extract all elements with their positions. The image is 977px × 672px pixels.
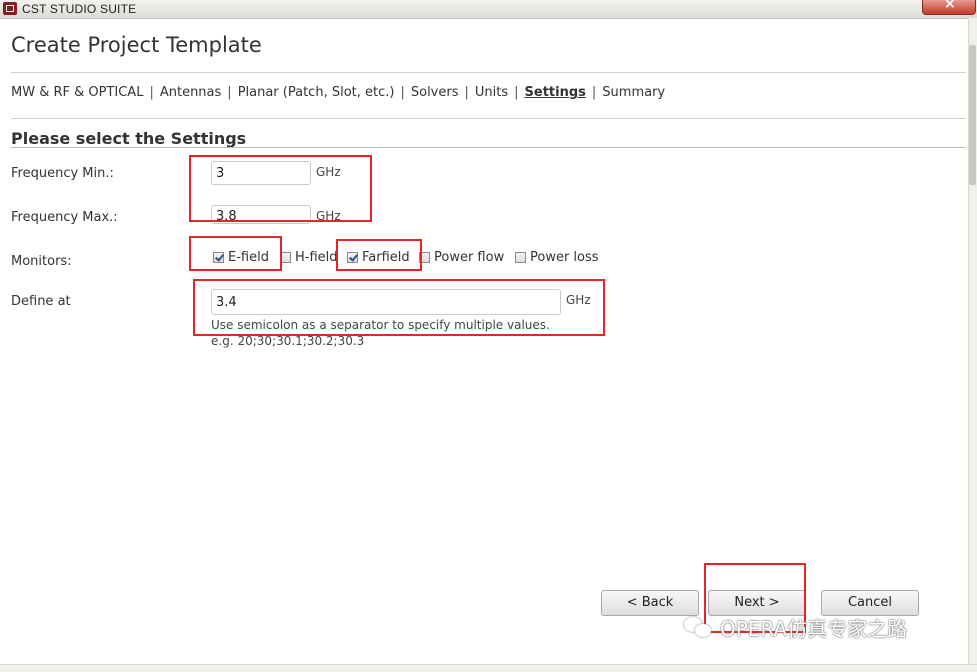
wechat-icon <box>684 615 714 641</box>
window-title: CST STUDIO SUITE <box>22 2 137 16</box>
monitor-efield-label: E-field <box>228 249 269 265</box>
watermark: OPERA仿真专家之路 <box>684 613 907 642</box>
title-bar: CST STUDIO SUITE <box>0 0 977 19</box>
breadcrumb-separator: | <box>591 85 597 100</box>
header-divider <box>11 72 966 73</box>
monitor-powerflow-label: Power flow <box>434 249 505 265</box>
define-at-input[interactable]: 3.4 <box>211 289 561 315</box>
checkbox-unchecked-icon[interactable] <box>515 251 526 263</box>
breadcrumb-separator: | <box>514 85 519 100</box>
checkbox-unchecked-icon[interactable] <box>419 251 430 263</box>
breadcrumb-separator: | <box>400 85 405 100</box>
monitor-powerloss-checkbox[interactable]: Power loss <box>515 249 599 265</box>
define-at-unit: GHz <box>566 293 591 307</box>
define-at-hint: Use semicolon as a separator to specify … <box>211 318 550 332</box>
checkbox-unchecked-icon[interactable] <box>280 251 291 263</box>
close-window-button[interactable] <box>922 0 976 15</box>
breadcrumb-separator: | <box>464 85 469 100</box>
breadcrumb-solvers[interactable]: Solvers <box>411 85 459 100</box>
breadcrumb-separator: | <box>149 85 154 100</box>
breadcrumb-mw-rf-optical[interactable]: MW & RF & OPTICAL <box>11 85 143 100</box>
monitor-efield-checkbox[interactable]: E-field <box>213 249 269 265</box>
define-at-example: e.g. 20;30;30.1;30.2;30.3 <box>211 334 365 348</box>
breadcrumb-units[interactable]: Units <box>475 85 508 100</box>
breadcrumb-antennas[interactable]: Antennas <box>160 85 221 100</box>
breadcrumb-summary[interactable]: Summary <box>602 85 665 100</box>
frequency-min-input[interactable]: 3 <box>211 161 311 185</box>
monitors-label: Monitors: <box>11 254 72 269</box>
frequency-max-label: Frequency Max.: <box>11 210 118 225</box>
breadcrumb: MW & RF & OPTICAL | Antennas | Planar (Patch… <box>11 85 665 100</box>
page-title: Create Project Template <box>11 33 262 57</box>
monitor-powerflow-checkbox[interactable]: Power flow <box>419 249 504 265</box>
frequency-min-unit: GHz <box>316 165 341 179</box>
monitor-farfield-label: Farfield <box>362 249 410 265</box>
monitor-farfield-checkbox[interactable]: Farfield <box>347 249 410 265</box>
monitor-hfield-label: H-field <box>295 249 336 265</box>
frequency-max-unit: GHz <box>316 209 341 223</box>
frequency-max-input[interactable]: 3.8 <box>211 205 311 224</box>
monitor-hfield-checkbox[interactable]: H-field <box>280 249 336 265</box>
watermark-text: OPERA仿真专家之路 <box>720 617 908 641</box>
frequency-min-label: Frequency Min.: <box>11 166 114 181</box>
define-at-label: Define at <box>11 294 71 309</box>
cst-logo-icon <box>3 2 17 15</box>
section-title: Please select the Settings <box>11 129 247 148</box>
breadcrumb-planar[interactable]: Planar (Patch, Slot, etc.) <box>238 85 395 100</box>
breadcrumb-separator: | <box>227 85 232 100</box>
scrollbar-thumb[interactable] <box>969 45 976 185</box>
checkbox-checked-icon[interactable] <box>347 251 358 263</box>
breadcrumb-divider <box>11 118 966 119</box>
checkbox-checked-icon[interactable] <box>213 251 224 263</box>
monitor-powerloss-label: Power loss <box>530 249 599 265</box>
section-divider <box>11 147 966 148</box>
breadcrumb-settings[interactable]: Settings <box>525 85 586 100</box>
